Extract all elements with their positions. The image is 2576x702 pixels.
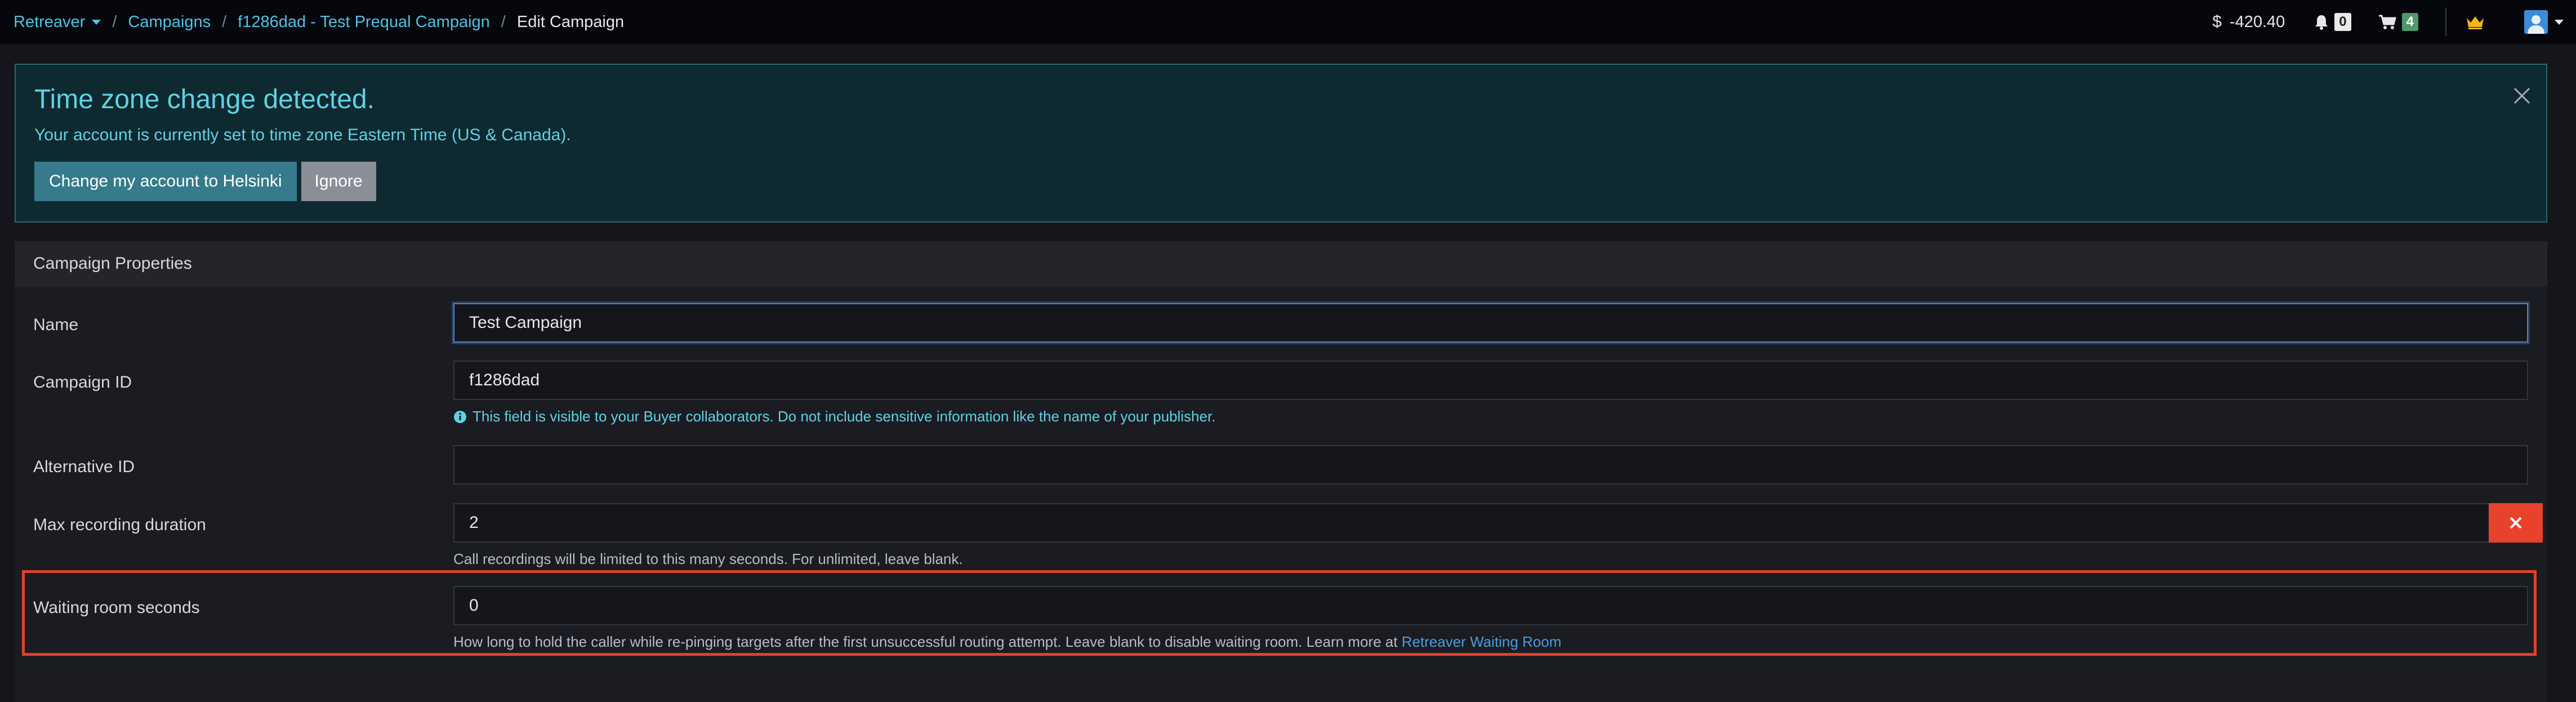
campaign-id-input[interactable] (453, 361, 2528, 400)
avatar (2524, 10, 2548, 34)
campaign-properties-panel: Campaign Properties Name Campaign ID Thi… (15, 241, 2547, 702)
info-icon (454, 410, 466, 423)
breadcrumb-current: Edit Campaign (516, 12, 625, 31)
ignore-button[interactable]: Ignore (301, 162, 376, 201)
chevron-down-icon (92, 20, 101, 25)
waiting-room-help-text: How long to hold the caller while re-pin… (453, 633, 1402, 650)
cart-icon (2378, 15, 2396, 29)
bell-icon (2315, 15, 2328, 30)
navbar-right: $ -420.40 0 4 (2212, 0, 2576, 44)
cart-count: 4 (2401, 13, 2418, 31)
waiting-room-input[interactable] (453, 586, 2528, 625)
chevron-down-icon (2555, 19, 2564, 25)
close-icon[interactable] (2512, 86, 2532, 105)
campaign-id-label: Campaign ID (33, 373, 132, 392)
notifications-button[interactable]: 0 (2314, 13, 2351, 31)
breadcrumb-separator: / (112, 12, 117, 31)
name-label: Name (33, 316, 79, 334)
max-recording-input[interactable] (453, 503, 2490, 543)
crown-icon (2467, 16, 2484, 29)
breadcrumb-separator: / (222, 12, 227, 31)
campaign-id-help-text: This field is visible to your Buyer coll… (473, 408, 1216, 425)
notifications-count: 0 (2334, 13, 2351, 31)
alert-title: Time zone change detected. (34, 85, 375, 114)
max-recording-help: Call recordings will be limited to this … (453, 550, 963, 567)
breadcrumb-retreaver[interactable]: Retreaver (14, 13, 101, 32)
alert-actions: Change my account to Helsinki Ignore (34, 162, 2528, 201)
breadcrumb-campaigns[interactable]: Campaigns (128, 13, 211, 32)
waiting-room-link[interactable]: Retreaver Waiting Room (1402, 633, 1562, 650)
navbar-divider (2445, 8, 2446, 36)
cart-button[interactable]: 4 (2378, 13, 2418, 31)
timezone-alert: Time zone change detected. Your account … (15, 64, 2547, 223)
balance-value: -420.40 (2229, 12, 2285, 31)
alternative-id-input[interactable] (453, 445, 2528, 485)
name-input[interactable] (453, 303, 2528, 343)
alternative-id-label: Alternative ID (33, 457, 135, 476)
breadcrumb-campaign[interactable]: f1286dad - Test Prequal Campaign (238, 13, 490, 32)
breadcrumb-retreaver-label: Retreaver (14, 12, 86, 31)
user-menu[interactable] (2524, 10, 2564, 34)
campaign-id-help: This field is visible to your Buyer coll… (453, 408, 1215, 425)
x-icon (2510, 517, 2522, 529)
change-timezone-button[interactable]: Change my account to Helsinki (34, 162, 297, 201)
waiting-room-help: How long to hold the caller while re-pin… (453, 633, 1561, 651)
user-icon (2528, 15, 2544, 34)
breadcrumb: Retreaver / Campaigns / f1286dad - Test … (0, 13, 624, 32)
top-navbar: Retreaver / Campaigns / f1286dad - Test … (0, 0, 2576, 44)
dollar-icon: $ (2212, 12, 2222, 31)
alert-message: Your account is currently set to time zo… (34, 126, 571, 144)
clear-recording-button[interactable] (2489, 503, 2543, 543)
panel-header: Campaign Properties (15, 241, 2547, 286)
upgrade-button[interactable] (2466, 15, 2485, 29)
waiting-room-label: Waiting room seconds (33, 598, 200, 617)
breadcrumb-separator: / (501, 12, 506, 31)
max-recording-label: Max recording duration (33, 516, 206, 534)
balance-link[interactable]: $ -420.40 (2212, 12, 2285, 32)
